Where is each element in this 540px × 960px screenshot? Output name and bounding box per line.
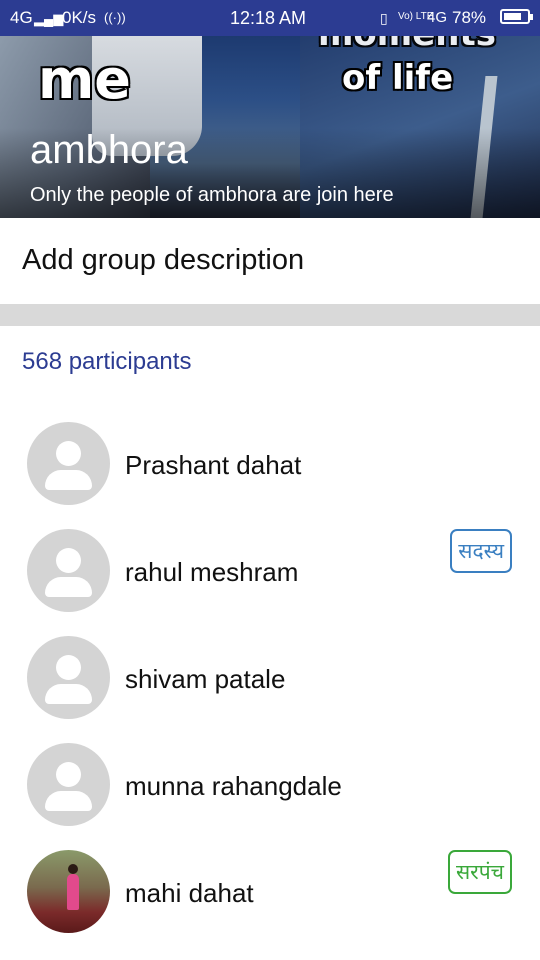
hotspot-icon: ((·)) [104,10,126,25]
role-badge: सदस्य [450,529,512,573]
participant-name: shivam patale [125,664,286,694]
participants-count: 568 participants [22,348,192,375]
participant-row[interactable]: munna rahangdale [0,743,540,847]
battery-level [504,13,521,20]
participant-row[interactable]: mahi dahat सरपंच [0,850,540,954]
status-bar: 4G ▂▄▆ 0K/s ((·)) 12:18 AM ▯ Vo) LTE 4G … [0,0,540,36]
battery-icon [500,9,533,24]
avatar-default-icon [27,743,110,826]
participant-row[interactable]: Prashant dahat [0,422,540,526]
section-divider [0,304,540,326]
network-left: 4G [10,8,33,27]
avatar-default-icon [27,636,110,719]
signal-icon: ▂▄▆ [34,11,64,26]
meme-caption-right: of life [342,58,454,98]
role-badge: सरपंच [447,850,512,894]
meme-caption-top: moments [318,36,496,54]
group-name: ambhora [30,128,188,172]
clock: 12:18 AM [230,8,307,28]
meme-caption-left: me [38,48,131,111]
add-description-label: Add group description [22,244,305,276]
participant-row[interactable]: rahul meshram सदस्य [0,529,540,633]
add-description-row[interactable]: Add group description [0,218,540,304]
vibrate-icon: ▯ [380,10,388,26]
participant-row[interactable]: shivam patale [0,636,540,740]
avatar-default-icon [27,422,110,505]
participant-name: rahul meshram [125,557,299,587]
battery-percent: 78% [452,8,487,27]
group-header-image[interactable]: moments me of life ambhora Only the peop… [0,36,540,218]
avatar-photo [27,850,110,933]
participant-name: mahi dahat [125,878,254,908]
group-tagline: Only the people of ambhora are join here [30,184,394,206]
network-speed: 0K/s [62,8,97,27]
participant-name: munna rahangdale [125,771,342,801]
network-right: 4G [427,9,448,26]
participant-name: Prashant dahat [125,450,302,480]
avatar-default-icon [27,529,110,612]
